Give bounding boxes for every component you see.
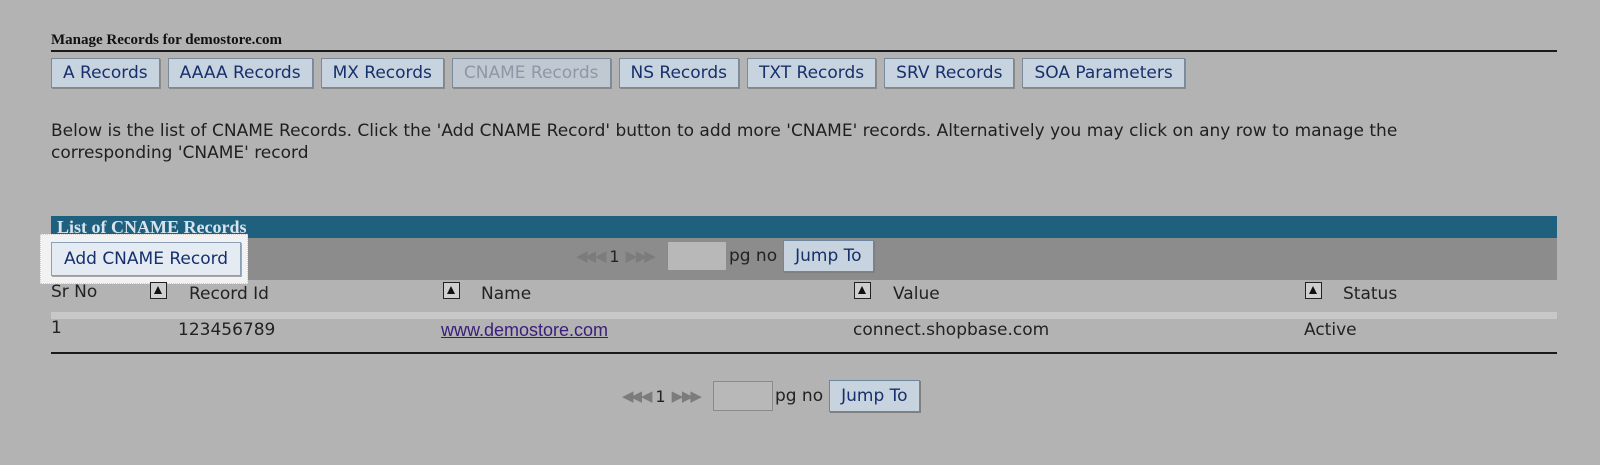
tab-ns-records[interactable]: NS Records [618, 58, 740, 88]
column-value[interactable]: Value [893, 284, 940, 304]
sort-icon[interactable] [150, 282, 167, 299]
record-type-tabs: A Records AAAA Records MX Records CNAME … [51, 58, 1193, 90]
table-bottom-rule [51, 352, 1557, 354]
column-name[interactable]: Name [481, 284, 531, 304]
sort-icon[interactable] [1305, 282, 1322, 299]
cell-record-id: 123456789 [178, 320, 276, 340]
sort-icon[interactable] [443, 282, 460, 299]
jump-to-button[interactable]: Jump To [783, 240, 874, 272]
jump-to-button[interactable]: Jump To [829, 380, 920, 412]
next-last-page-icon[interactable]: ▶ ▶▶ [672, 387, 702, 405]
tab-aaaa-records[interactable]: AAAA Records [167, 58, 313, 88]
add-cname-record-button[interactable]: Add CNAME Record [51, 242, 242, 276]
tab-mx-records[interactable]: MX Records [320, 58, 444, 88]
page-number-label: pg no [728, 246, 778, 266]
cell-sr-no: 1 [51, 318, 62, 338]
pager-top: ◀◀ ◀ 1 ▶ ▶▶ pg no Jump To [576, 240, 874, 272]
table-row[interactable]: 1 123456789 www.demostore.com connect.sh… [51, 318, 1557, 348]
page-number-label: pg no [774, 386, 824, 406]
cell-name-link[interactable]: www.demostore.com [441, 320, 608, 340]
page-title: Manage Records for demostore.com [51, 32, 283, 48]
title-divider [51, 50, 1557, 52]
tab-cname-records: CNAME Records [451, 58, 611, 88]
current-page-number: 1 [655, 386, 666, 406]
table-header-row: Sr No Record Id Name Value Status [51, 282, 1557, 310]
tab-a-records[interactable]: A Records [51, 58, 160, 88]
pager-bottom: ◀◀ ◀ 1 ▶ ▶▶ pg no Jump To [622, 380, 920, 412]
column-status[interactable]: Status [1343, 284, 1397, 304]
cell-value: connect.shopbase.com [853, 320, 1050, 340]
cell-status: Active [1304, 320, 1357, 340]
page-number-input[interactable] [666, 241, 727, 271]
tab-soa-parameters[interactable]: SOA Parameters [1022, 58, 1185, 88]
column-sr-no: Sr No [51, 282, 98, 302]
tab-txt-records[interactable]: TXT Records [747, 58, 877, 88]
column-record-id[interactable]: Record Id [189, 284, 269, 304]
next-last-page-icon[interactable]: ▶ ▶▶ [626, 247, 656, 265]
sort-icon[interactable] [854, 282, 871, 299]
first-prev-page-icon[interactable]: ◀◀ ◀ [622, 387, 652, 405]
current-page-number: 1 [609, 246, 620, 266]
first-prev-page-icon[interactable]: ◀◀ ◀ [576, 247, 606, 265]
tab-srv-records[interactable]: SRV Records [884, 58, 1015, 88]
intro-text: Below is the list of CNAME Records. Clic… [51, 121, 1398, 163]
list-header: List of CNAME Records [51, 216, 1557, 238]
page-number-input[interactable] [712, 381, 773, 411]
